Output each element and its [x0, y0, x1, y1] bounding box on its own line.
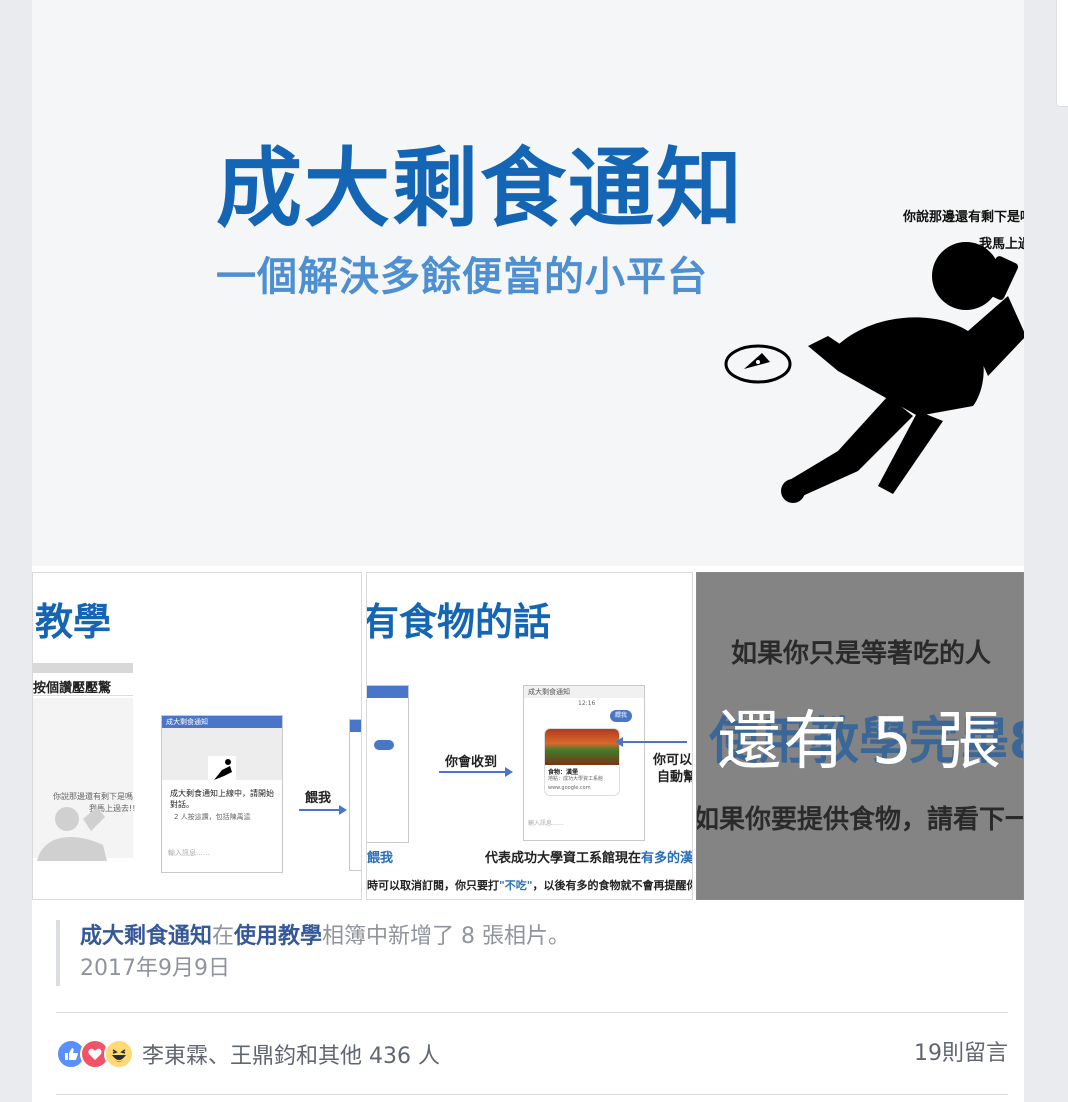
album-cover-photo[interactable]: 成大剩食通知 一個解決多餘便當的小平台 你說那邊還有剩下是嗎 我馬上過 [32, 0, 1024, 566]
caption-rest: 相簿中新增了 8 張相片。 [322, 924, 571, 949]
hero-subtitle: 一個解決多餘便當的小平台 [216, 254, 708, 300]
album-name-link[interactable]: 使用教學 [234, 924, 322, 949]
thumb2-food-location: 地點：成功大學資工系館 [548, 776, 604, 782]
burger-image [545, 729, 619, 765]
thumb2-window-title: 成大剩食通知 [524, 686, 644, 698]
reactions-top-divider [56, 1012, 1008, 1013]
thumb1-people: 2 人按這讚，包括陳禹逵 [174, 813, 251, 821]
thumb1-arrow-head [339, 805, 347, 815]
thumb2-receive-label: 你會收到 [445, 755, 498, 770]
album-thumbnail-more[interactable]: 如果你只是等著吃的人 使用教學完畢8 如果你要提供食物，請看下一 還有 5 張 [696, 572, 1024, 900]
page: 成大剩食通知 一個解決多餘便當的小平台 你說那邊還有剩下是嗎 我馬上過 [0, 0, 1068, 1102]
thumb1-figure-icon [37, 807, 107, 861]
album-caption: 成大剩食通知在使用教學相簿中新增了 8 張相片。 2017年9月9日 [56, 920, 980, 986]
thumb2-input: 輸入訊息…… [528, 820, 565, 827]
thumb1-status: 成大剩食通知上線中，請開始對話。 [170, 789, 274, 809]
thumb2-food-card: 食物：漢堡 地點：成功大學資工系館 www.google.com [544, 728, 620, 796]
caption-in: 在 [212, 924, 235, 949]
thumb1-next-window [349, 719, 361, 871]
thumb2-caption: 代表成功大學資工系館現在有多的漢堡 [485, 847, 693, 866]
thumb1-chat-line1: 你說那邊還有剩下是嗎 [53, 792, 133, 801]
thumb2-left-chip [374, 740, 394, 750]
thumb2-food-link: www.google.com [548, 785, 591, 791]
thumb2-left-label: 餵我 [367, 851, 394, 866]
thumb1-send-label: 餵我 [305, 791, 332, 806]
actions-top-divider [56, 1094, 1008, 1095]
caption-text: 成大剩食通知在使用教學相簿中新增了 8 張相片。 [80, 920, 980, 954]
haha-icon[interactable] [104, 1039, 134, 1069]
thumb2-arrow-head [505, 767, 513, 777]
thumb2-caption-prefix: 代表成功大學資工系館現在 [485, 851, 642, 866]
album-thumbnail-1[interactable]: 教學 按個讚壓壓驚 你說那邊還有剩下是嗎 我馬上過去!! 成大剩食通知 成大剩食… [32, 572, 362, 900]
comments-count-link[interactable]: 19則留言 [914, 1037, 1008, 1071]
thumb1-window-avatar-icon [208, 756, 236, 784]
more-photos-overlay[interactable]: 還有 5 張 [697, 573, 1023, 899]
runner-with-phone-icon [724, 242, 1024, 503]
reactions-summary[interactable]: 李東霖、王鼎鈞和其他 436 人 [56, 1037, 440, 1071]
thumb1-heading: 教學 [35, 600, 112, 644]
thumb2-note-suffix: ，以後有多的食物就不會再提醒你 [532, 879, 693, 892]
thumb2-caption-highlight: 有多的漢堡 [641, 851, 693, 866]
caption-date[interactable]: 2017年9月9日 [80, 954, 980, 984]
thumb1-input: 輸入訊息…… [168, 849, 210, 857]
hero-speech-line-1: 你說那邊還有剩下是嗎 [903, 210, 1024, 225]
thumb2-heading: 有食物的話 [366, 600, 552, 644]
thumb2-back-arrow [621, 741, 687, 743]
thumb2-bottom-note: 時可以取消訂閱，你只要打"不吃"，以後有多的食物就不會再提醒你 [367, 877, 693, 893]
thumb1-subheading: 按個讚壓壓驚 [33, 681, 112, 696]
thumb1-messenger-window: 成大剩食通知 成大剩食通知上線中，請開始對話。 2 人按這讚，包括陳禹逵 輸入訊… [161, 715, 283, 873]
thumb2-arrow [439, 771, 507, 773]
thumb1-arrow [299, 809, 341, 811]
thumb2-messenger-window: 成大剩食通知 12:16 餵我 食物：漢堡 地點：成功大學資工系館 www.go… [523, 685, 645, 841]
thumb2-auto-label2: 自動幫 [657, 770, 693, 785]
thumb2-time: 12:16 [578, 700, 596, 707]
album-thumbnail-2[interactable]: 有食物的話 餵我 你會收到 成大剩食通知 12:16 餵我 食物：漢堡 地點：成… [366, 572, 693, 900]
thumb2-back-arrow-head [615, 737, 623, 747]
thumb2-note-quote: "不吃" [499, 879, 533, 892]
post-card: 成大剩食通知 一個解決多餘便當的小平台 你說那邊還有剩下是嗎 我馬上過 [32, 0, 1024, 1102]
thumb1-window-title: 成大剩食通知 [162, 716, 282, 728]
thumb2-note-prefix: 時可以取消訂閱，你只要打 [367, 879, 499, 892]
thumb2-left-window [367, 685, 409, 843]
adjacent-panel-edge [1056, 0, 1068, 107]
reaction-names[interactable]: 李東霖、王鼎鈞和其他 436 人 [142, 1038, 440, 1070]
thumb2-reply-chip: 餵我 [610, 710, 632, 722]
page-name-link[interactable]: 成大剩食通知 [80, 924, 212, 949]
thumb1-divider [33, 695, 133, 696]
thumb1-bar [33, 663, 133, 673]
hero-title: 成大剩食通知 [216, 139, 744, 239]
